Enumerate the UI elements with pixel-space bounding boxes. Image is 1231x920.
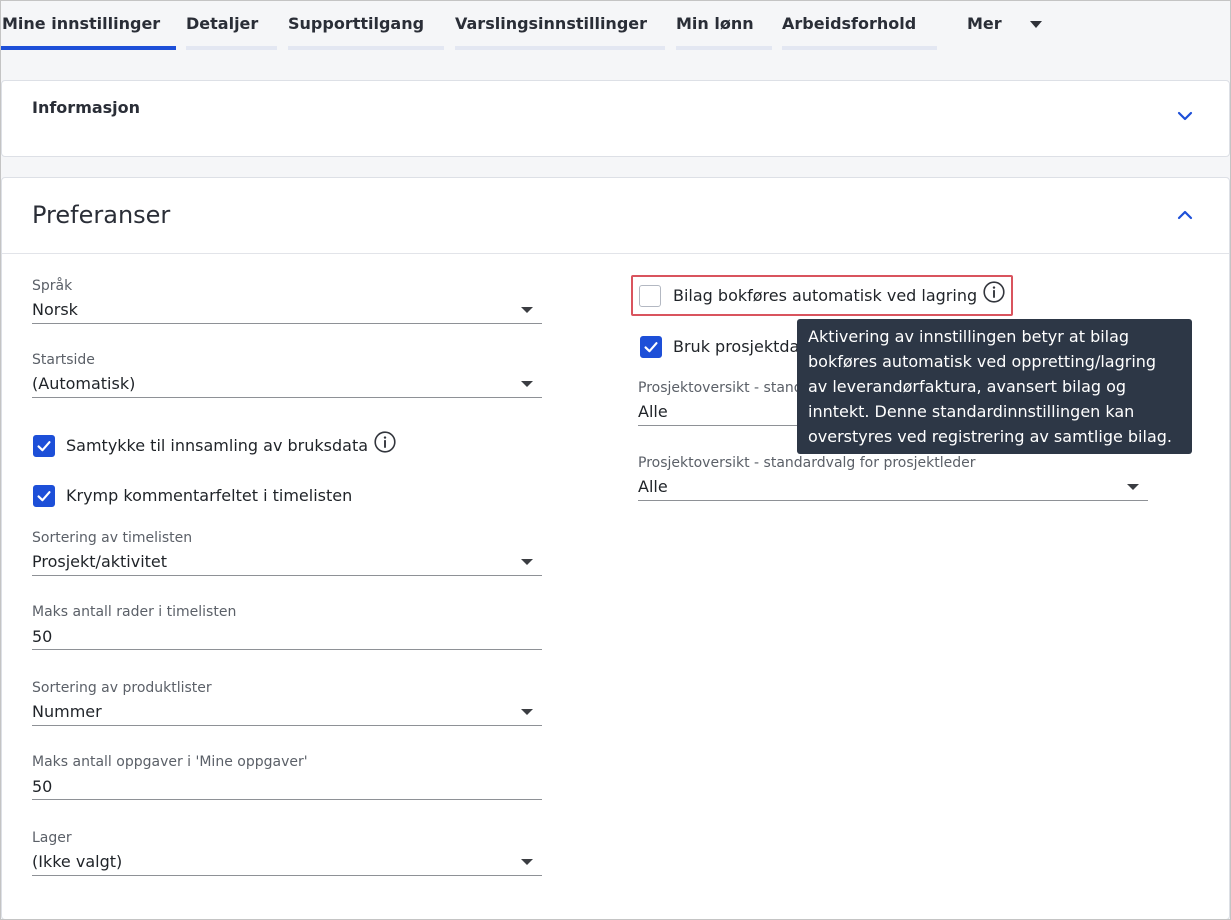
- info-icon[interactable]: [983, 281, 1005, 303]
- tab-label: Supporttilgang: [288, 14, 425, 33]
- auto-post-vouchers-label[interactable]: Bilag bokføres automatisk ved lagring: [673, 285, 977, 307]
- field-label: Startside: [32, 352, 95, 368]
- field-value: Alle: [638, 477, 668, 496]
- product-list-sorting-select[interactable]: Sortering av produktlister Nummer: [32, 680, 542, 726]
- shrink-comment-field-row: Krymp kommentarfeltet i timelisten: [33, 485, 352, 507]
- highlight-box: Bilag bokføres automatisk ved lagring: [631, 275, 1013, 316]
- field-value: Prosjekt/aktivitet: [32, 552, 168, 571]
- usage-data-consent-row: Samtykke til innsamling av bruksdata: [33, 431, 396, 457]
- tooltip-line: overstyres ved registrering av samtlige …: [808, 427, 1172, 446]
- tab-label: Arbeidsforhold: [782, 14, 917, 33]
- section-divider: [2, 253, 1229, 254]
- section-title: Preferanser: [32, 201, 171, 229]
- max-my-tasks-input[interactable]: [32, 773, 542, 799]
- checkmark-icon: [644, 342, 658, 353]
- use-project-data-label[interactable]: Bruk prosjektda: [673, 336, 799, 358]
- checkmark-icon: [37, 441, 51, 452]
- caret-down-icon: [521, 307, 533, 313]
- preferences-header[interactable]: Preferanser: [2, 178, 1229, 253]
- field-value: Norsk: [32, 300, 78, 319]
- auto-post-vouchers-checkbox[interactable]: [639, 285, 661, 307]
- information-section: Informasjon: [1, 80, 1230, 157]
- max-my-tasks-field: Maks antall oppgaver i 'Mine oppgaver': [32, 754, 542, 800]
- info-icon[interactable]: [374, 431, 396, 453]
- shrink-comment-field-checkbox[interactable]: [33, 485, 55, 507]
- settings-tabs: Mine innstillinger Detaljer Supporttilga…: [0, 0, 1231, 50]
- tab-detaljer[interactable]: Detaljer: [186, 0, 277, 50]
- tab-more-label: Mer: [967, 14, 1002, 33]
- auto-post-vouchers-tooltip: Aktivering av innstillingen betyr at bil…: [797, 319, 1192, 454]
- use-project-data-row: Bruk prosjektda: [640, 336, 799, 358]
- start-page-select[interactable]: Startside (Automatisk): [32, 352, 542, 398]
- caret-down-icon: [521, 559, 533, 565]
- shrink-comment-field-label[interactable]: Krymp kommentarfeltet i timelisten: [66, 485, 352, 507]
- field-label: Lager: [32, 830, 72, 846]
- field-label: Språk: [32, 278, 73, 294]
- tab-arbeidsforhold[interactable]: Arbeidsforhold: [782, 0, 937, 50]
- max-timesheet-rows-field: Maks antall rader i timelisten: [32, 604, 542, 650]
- field-label: Maks antall rader i timelisten: [32, 604, 237, 620]
- field-value: (Ikke valgt): [32, 852, 123, 871]
- tab-min-lonn[interactable]: Min lønn: [676, 0, 772, 50]
- field-value: (Automatisk): [32, 374, 136, 393]
- project-overview-manager-select[interactable]: Prosjektoversikt - standardvalg for pros…: [638, 455, 1148, 501]
- chevron-up-icon[interactable]: [1177, 210, 1193, 220]
- use-project-data-checkbox[interactable]: [640, 336, 662, 358]
- tab-varslingsinnstillinger[interactable]: Varslingsinnstillinger: [455, 0, 665, 50]
- caret-down-icon: [521, 381, 533, 387]
- tab-supporttilgang[interactable]: Supporttilgang: [288, 0, 444, 50]
- field-label: Prosjektoversikt - standardvalg for pros…: [638, 455, 976, 471]
- field-label: Sortering av timelisten: [32, 530, 193, 546]
- tooltip-line: Aktivering av innstillingen betyr at bil…: [808, 327, 1130, 346]
- field-label: Sortering av produktlister: [32, 680, 212, 696]
- field-label: Maks antall oppgaver i 'Mine oppgaver': [32, 754, 308, 770]
- usage-data-consent-label[interactable]: Samtykke til innsamling av bruksdata: [66, 435, 368, 457]
- tab-label: Detaljer: [186, 14, 259, 33]
- preferences-section: Preferanser Språk Norsk Startside (Autom…: [1, 177, 1230, 920]
- caret-down-icon: [1127, 484, 1139, 490]
- caret-down-icon: [521, 709, 533, 715]
- max-timesheet-rows-input[interactable]: [32, 623, 542, 649]
- tab-label: Varslingsinnstillinger: [455, 14, 648, 33]
- tab-more-menu[interactable]: Mer: [967, 0, 1047, 50]
- warehouse-select[interactable]: Lager (Ikke valgt): [32, 830, 542, 876]
- tab-mine-innstillinger[interactable]: Mine innstillinger: [0, 0, 176, 50]
- timesheet-sorting-select[interactable]: Sortering av timelisten Prosjekt/aktivit…: [32, 530, 542, 576]
- usage-data-consent-checkbox[interactable]: [33, 435, 55, 457]
- checkmark-icon: [37, 491, 51, 502]
- chevron-down-icon[interactable]: [1177, 111, 1193, 121]
- tab-label: Mine innstillinger: [2, 14, 161, 33]
- caret-down-icon: [1030, 21, 1042, 28]
- field-value: Nummer: [32, 702, 102, 721]
- tooltip-line: av leverandørfaktura, avansert bilag og: [808, 377, 1127, 396]
- information-header[interactable]: Informasjon: [2, 81, 1229, 156]
- tooltip-line: bokføres automatisk ved oppretting/lagri…: [808, 352, 1157, 371]
- caret-down-icon: [521, 859, 533, 865]
- section-title: Informasjon: [32, 98, 141, 117]
- tab-label: Min lønn: [676, 14, 754, 33]
- language-select[interactable]: Språk Norsk: [32, 278, 542, 324]
- auto-post-vouchers-row: Bilag bokføres automatisk ved lagring: [639, 281, 1005, 307]
- tooltip-line: inntekt. Denne standardinnstillingen kan: [808, 402, 1135, 421]
